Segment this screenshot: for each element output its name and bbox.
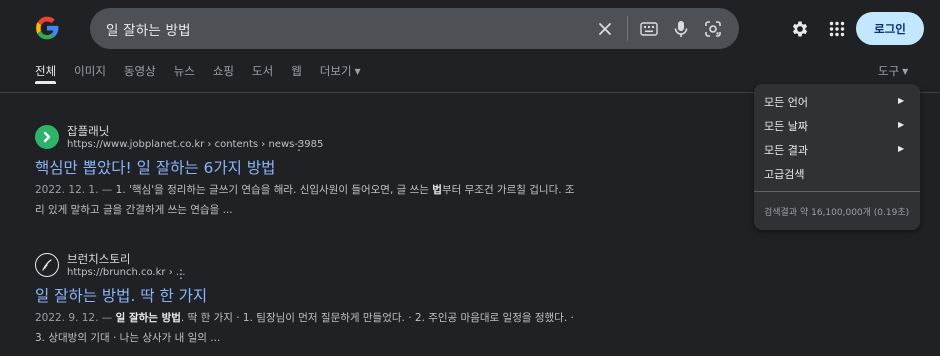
tab-news[interactable]: 뉴스	[174, 63, 195, 85]
snippet-text: 1. '핵심'을 정리하는 글쓰기 연습을 해라. 신입사원이 들어오면, 글 …	[112, 184, 433, 196]
submenu-arrow-icon: ▶	[898, 96, 905, 105]
menu-divider	[754, 191, 920, 192]
result-stats: 검색결과 약 16,100,000개 (0.19초)	[764, 208, 910, 218]
fountain-pen-icon[interactable]	[35, 253, 59, 277]
tools-dropdown-menu: 모든 언어 ▶ 모든 날짜 ▶ 모든 결과 ▶ 고급검색 검색결과 약 16,1…	[754, 84, 920, 230]
tab-web[interactable]: 웹	[291, 63, 302, 85]
caret-down-icon: ▼	[354, 67, 361, 76]
chevron-right-icon[interactable]	[35, 125, 59, 149]
close-icon[interactable]	[594, 18, 616, 40]
gear-icon[interactable]	[788, 17, 812, 41]
menu-item-date[interactable]: 모든 날짜	[764, 118, 808, 134]
result-date: 2022. 9. 12. —	[35, 312, 113, 324]
search-box[interactable]: 일 잘하는 방법	[90, 8, 739, 49]
snippet-highlight: 법	[432, 184, 442, 196]
result-date: 2022. 12. 1. —	[35, 184, 113, 196]
result-url[interactable]: https://brunch.co.kr › ...	[67, 267, 185, 278]
tab-all[interactable]: 전체	[35, 63, 57, 85]
tab-books[interactable]: 도서	[252, 63, 273, 85]
login-button[interactable]: 로그인	[856, 12, 924, 45]
tab-shopping[interactable]: 쇼핑	[213, 63, 234, 85]
tools-button[interactable]: 도구 ▼	[878, 63, 908, 79]
result-url[interactable]: https://www.jobplanet.co.kr › contents ›…	[67, 139, 323, 150]
search-results-page: 일 잘하는 방법 로그인 전체 이미지 동영상 뉴스 쇼핑 도서 웹 더보기 ▼…	[0, 0, 940, 356]
result-title-link[interactable]: 일 잘하는 방법. 딱 한 가지	[35, 284, 207, 306]
more-options-icon[interactable]: ⋮	[175, 267, 187, 281]
result-title-link[interactable]: 핵심만 뽑았다! 일 잘하는 6가지 방법	[35, 156, 275, 178]
search-result: 잡플래닛 https://www.jobplanet.co.kr › conte…	[35, 123, 575, 223]
submenu-arrow-icon: ▶	[898, 144, 905, 153]
result-snippet: 2022. 9. 12. — 일 잘하는 방법. 딱 한 가지 · 1. 팀장님…	[35, 308, 575, 348]
result-site-name[interactable]: 잡플래닛	[67, 123, 109, 139]
result-snippet: 2022. 12. 1. — 1. '핵심'을 정리하는 글쓰기 연습을 해라.…	[35, 180, 575, 220]
keyboard-icon[interactable]	[638, 18, 660, 40]
submenu-arrow-icon: ▶	[898, 120, 905, 129]
google-logo[interactable]	[34, 15, 60, 41]
result-site-name[interactable]: 브런치스토리	[67, 251, 130, 267]
menu-item-advanced-search[interactable]: 고급검색	[764, 166, 804, 182]
search-input[interactable]: 일 잘하는 방법	[106, 19, 191, 39]
menu-item-language[interactable]: 모든 언어	[764, 94, 808, 110]
microphone-icon[interactable]	[670, 18, 692, 40]
menu-item-results[interactable]: 모든 결과	[764, 142, 808, 158]
search-result: 브런치스토리 https://brunch.co.kr › ... ⋮ 일 잘하…	[35, 251, 575, 351]
tab-more[interactable]: 더보기 ▼	[320, 63, 361, 85]
caret-down-icon: ▼	[902, 67, 909, 76]
search-divider	[627, 16, 628, 41]
search-tabs: 전체 이미지 동영상 뉴스 쇼핑 도서 웹 더보기 ▼	[35, 63, 379, 85]
tools-label: 도구	[878, 64, 900, 78]
snippet-highlight: 일 잘하는 방법	[115, 312, 181, 324]
camera-lens-icon[interactable]	[702, 18, 724, 40]
apps-grid-icon[interactable]	[825, 17, 849, 41]
more-options-icon[interactable]: ⋮	[293, 139, 305, 153]
tab-images[interactable]: 이미지	[74, 63, 106, 85]
tab-videos[interactable]: 동영상	[124, 63, 156, 85]
tab-more-label: 더보기	[319, 64, 352, 78]
